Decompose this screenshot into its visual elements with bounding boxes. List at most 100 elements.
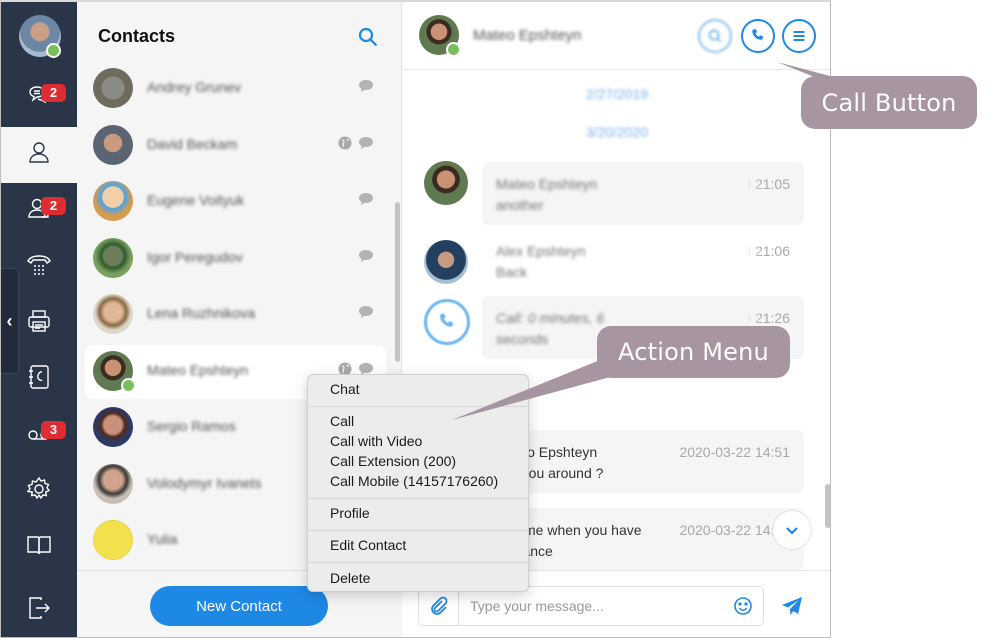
message-author-avatar[interactable]: [424, 240, 468, 284]
emoji-button[interactable]: [733, 596, 753, 616]
chat-contact-presence: [446, 42, 461, 57]
phone-icon: [752, 29, 764, 40]
contact-avatar[interactable]: [93, 181, 133, 221]
phonebook-icon: [25, 363, 53, 396]
contacts-search-button[interactable]: [357, 26, 379, 48]
chat-bubble-icon[interactable]: [358, 192, 374, 206]
presence-indicator: [121, 377, 136, 393]
contact-avatar[interactable]: [93, 520, 133, 560]
contact-row[interactable]: Andrey Grunev: [85, 62, 386, 116]
message-author: Call: 0 minutes, 6: [496, 310, 605, 326]
chats-unread-badge: 2: [41, 84, 66, 102]
chat-scrollbar[interactable]: [825, 484, 830, 528]
action-menu-button[interactable]: [782, 19, 816, 53]
chat-contact-name[interactable]: Mateo Epshteyn: [473, 27, 581, 44]
date-separator: 2/27/2019: [585, 86, 649, 102]
contact-avatar[interactable]: [93, 294, 133, 334]
message-text: Back: [496, 264, 528, 280]
contact-avatar[interactable]: [93, 463, 133, 504]
message-author: Mateo Epshteyn: [496, 176, 598, 192]
message-input[interactable]: [460, 587, 720, 625]
rail-item-logout[interactable]: [1, 582, 77, 637]
scroll-to-bottom-button[interactable]: [772, 510, 812, 550]
contact-row[interactable]: Eugene Voityuk: [85, 175, 386, 229]
menu-separator: [308, 498, 528, 499]
nav-rail: 2 2 3 ‹: [1, 2, 77, 637]
menu-item-delete[interactable]: Delete: [330, 568, 370, 588]
rail-item-groups[interactable]: 2: [1, 183, 77, 239]
book-icon: [25, 531, 53, 564]
send-button[interactable]: [780, 594, 804, 618]
rail-item-contacts[interactable]: [1, 127, 77, 183]
person-icon: [25, 139, 53, 172]
message-timestamp: 2020-03-20 21:06: [679, 243, 790, 259]
rail-item-chats[interactable]: 2: [1, 68, 77, 124]
message-author-avatar[interactable]: [424, 161, 468, 205]
message: Alex Epshteyn Back 2020-03-20 21:06: [482, 229, 804, 289]
contact-avatar[interactable]: [93, 124, 133, 165]
message: Call me when you have a chance 2020-03-2…: [482, 508, 804, 570]
menu-item-edit-contact[interactable]: Edit Contact: [330, 535, 406, 555]
contact-name: Sergio Ramos: [147, 418, 236, 434]
composer: [418, 586, 764, 626]
contact-name: Mateo Epshteyn: [147, 361, 249, 378]
chat-search-button[interactable]: [698, 19, 732, 53]
contact-row[interactable]: Igor Peregudov: [85, 232, 386, 286]
message: Mateo Epshteyn another 2020-03-20 21:05: [482, 162, 804, 225]
contact-name: Lena Ruzhnikova: [147, 305, 256, 321]
chevron-down-icon: [786, 527, 798, 535]
voicemail-badge: 3: [41, 421, 66, 439]
rail-item-settings[interactable]: [1, 463, 77, 519]
message-timestamp: 2020-03-20 21:05: [679, 176, 790, 192]
contact-row[interactable]: Lena Ruzhnikova: [85, 288, 386, 342]
printer-icon: [25, 307, 53, 340]
collapse-sidebar-toggle[interactable]: ‹: [1, 268, 19, 374]
call-log-icon: [424, 299, 470, 345]
chat-bubble-icon[interactable]: [358, 136, 374, 150]
chat-bubble-icon[interactable]: [358, 79, 374, 93]
contact-name: Volodymyr Ivanets: [147, 474, 262, 491]
contact-avatar[interactable]: [93, 68, 133, 108]
chat-header: Mateo Epshteyn: [402, 2, 830, 70]
contact-name: David Beckam: [147, 135, 238, 152]
attach-button[interactable]: [419, 587, 459, 625]
contact-avatar[interactable]: [93, 237, 133, 278]
chat-bubble-icon[interactable]: [358, 305, 374, 319]
menu-item-call[interactable]: Call: [330, 411, 354, 431]
rail-item-help[interactable]: [1, 519, 77, 575]
message-timestamp: 2020-03-20 21:26: [679, 310, 790, 326]
contact-name: Igor Peregudov: [147, 248, 243, 265]
contact-avatar[interactable]: [93, 407, 133, 447]
date-separator: 3/20/2020: [585, 124, 649, 140]
menu-item-chat[interactable]: Chat: [330, 379, 360, 399]
contact-row[interactable]: David Beckam: [85, 119, 386, 173]
menu-separator: [308, 562, 528, 563]
menu-item-call-extension[interactable]: Call Extension (200): [330, 451, 456, 471]
paper-plane-icon: [782, 597, 802, 615]
contact-name: Eugene Voityuk: [147, 192, 245, 208]
smiley-icon: [734, 597, 752, 615]
contact-name: Yulia: [147, 531, 178, 547]
search-icon: [708, 29, 722, 43]
action-menu-callout: Action Menu: [597, 326, 790, 378]
paperclip-icon: [430, 596, 447, 615]
message-author: Alex Epshteyn: [496, 243, 586, 259]
message: Mateo Epshteyn Are you around ? 2020-03-…: [482, 430, 804, 493]
menu-separator: [308, 406, 528, 407]
phone-icon: [440, 313, 454, 327]
new-contact-button[interactable]: New Contact: [150, 586, 328, 626]
menu-item-call-mobile[interactable]: Call Mobile (14157176260): [330, 471, 498, 491]
chat-bubble-icon[interactable]: [358, 249, 374, 263]
call-button[interactable]: [741, 19, 775, 53]
contact-list-scrollbar[interactable]: [395, 202, 400, 362]
gear-icon: [25, 475, 53, 508]
message-text: another: [496, 197, 544, 213]
groups-unread-badge: 2: [41, 197, 66, 215]
menu-item-call-video[interactable]: Call with Video: [330, 431, 422, 451]
chevron-left-icon: ‹: [6, 310, 13, 331]
globe-icon: [338, 136, 352, 150]
rail-item-voicemail[interactable]: 3: [1, 407, 77, 463]
search-icon: [358, 27, 378, 47]
desk-phone-icon: [25, 251, 53, 284]
menu-item-profile[interactable]: Profile: [330, 503, 370, 523]
